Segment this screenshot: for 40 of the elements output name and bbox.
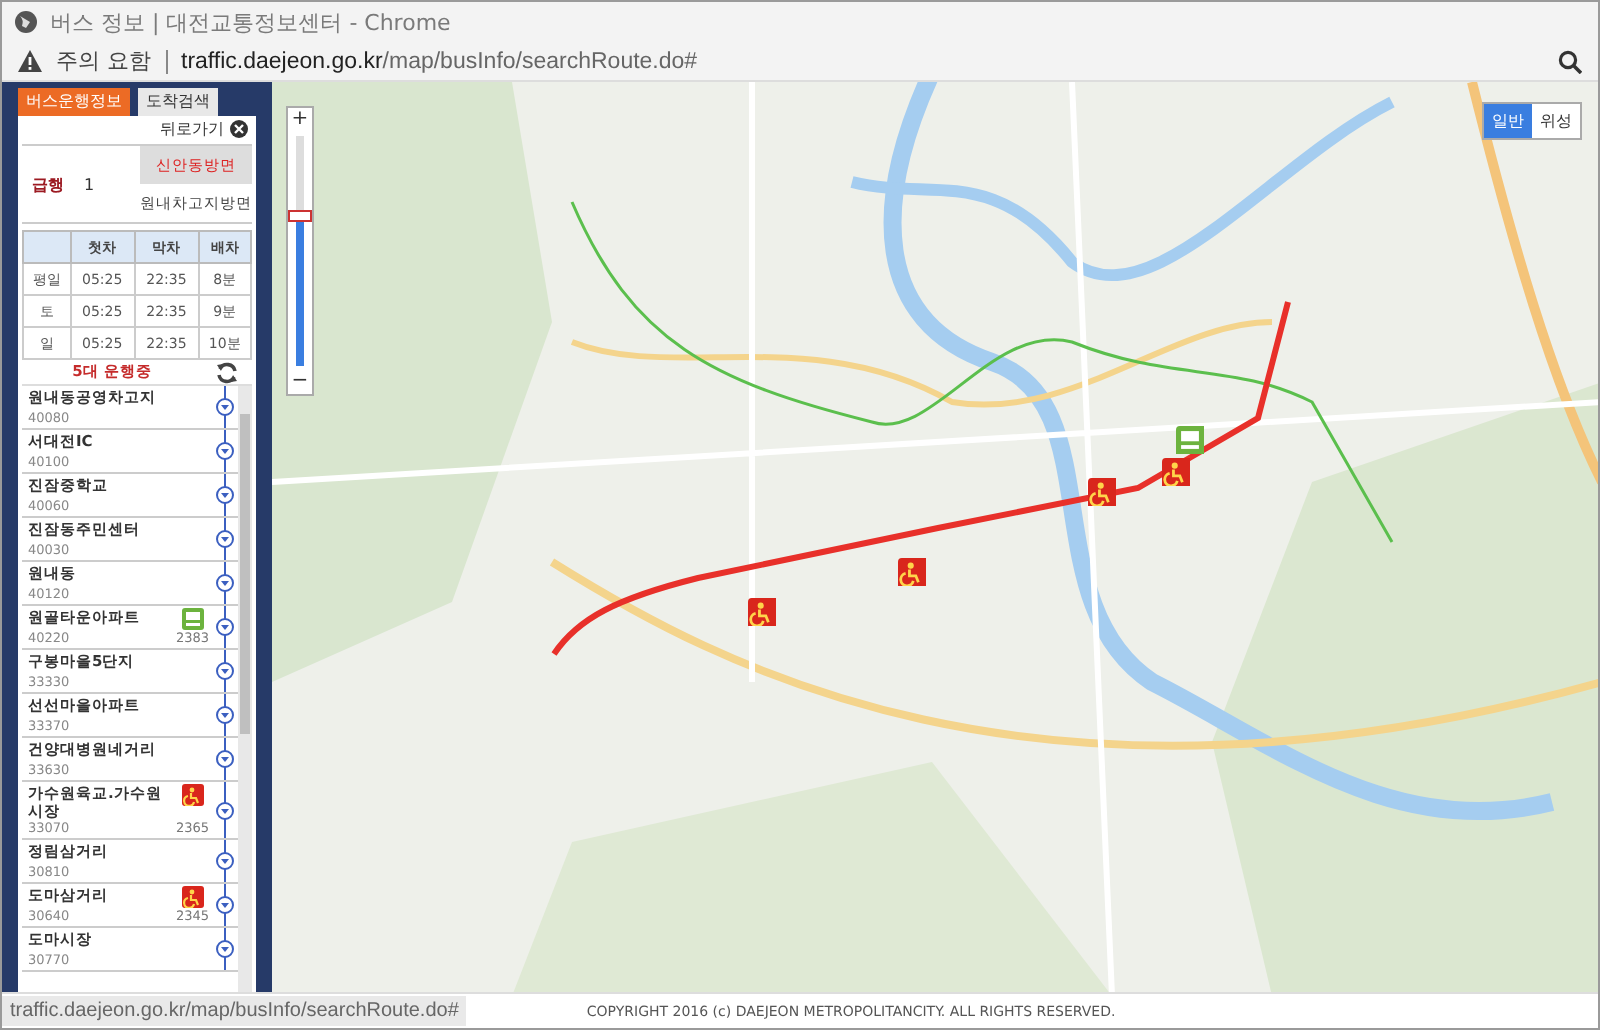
- bus-marker-icon: [1088, 478, 1116, 506]
- stop-node-icon: [216, 940, 235, 958]
- stop-node-icon: [216, 574, 235, 592]
- bus-marker-icon: [748, 598, 776, 626]
- stop-node-icon: [216, 750, 235, 768]
- zoom-handle[interactable]: [288, 210, 312, 223]
- route-type: 급행: [32, 173, 64, 195]
- stop-node-icon: [216, 486, 235, 504]
- zoom-in-button[interactable]: +: [288, 108, 312, 132]
- stop-node-icon: [216, 852, 235, 870]
- table-header: [23, 231, 71, 263]
- bus-marker-icon: [1162, 458, 1190, 486]
- stop-node-icon: [216, 398, 235, 416]
- warning-icon: [18, 50, 42, 72]
- refresh-icon: [215, 361, 238, 383]
- back-link[interactable]: 뒤로가기: [160, 117, 224, 139]
- scroll-thumb[interactable]: [239, 414, 250, 734]
- stop-node-icon: [216, 662, 235, 680]
- map-type-button[interactable]: 위성: [1532, 104, 1580, 138]
- stop-node-icon: [216, 618, 235, 636]
- search-icon: [1558, 49, 1582, 73]
- stop-node-icon: [216, 706, 235, 724]
- security-label: 주의 요함: [56, 46, 151, 76]
- map-type-button[interactable]: 일반: [1484, 104, 1532, 138]
- globe-icon: [14, 10, 38, 34]
- bus-marker-icon: [898, 558, 926, 586]
- window-title: 버스 정보 | 대전교통정보센터 - Chrome: [50, 7, 451, 37]
- stop-node-icon: [216, 801, 235, 819]
- sidebar-tab[interactable]: 도착검색: [138, 88, 218, 116]
- route-number: 1: [84, 175, 95, 193]
- stop-node-icon: [216, 896, 235, 914]
- address-url[interactable]: traffic.daejeon.go.kr/map/busInfo/searchRoute.do#: [181, 49, 1544, 73]
- bus-marker-icon: [1176, 426, 1204, 454]
- stop-node-icon: [216, 442, 235, 460]
- status-url: traffic.daejeon.go.kr/map/busInfo/searchRoute.do#: [2, 996, 467, 1026]
- stop-node-icon: [216, 530, 235, 548]
- zoom-out-button[interactable]: −: [288, 370, 312, 394]
- bus-icon: [181, 886, 204, 908]
- bus-icon: [181, 784, 204, 806]
- bus-icon: [181, 608, 204, 630]
